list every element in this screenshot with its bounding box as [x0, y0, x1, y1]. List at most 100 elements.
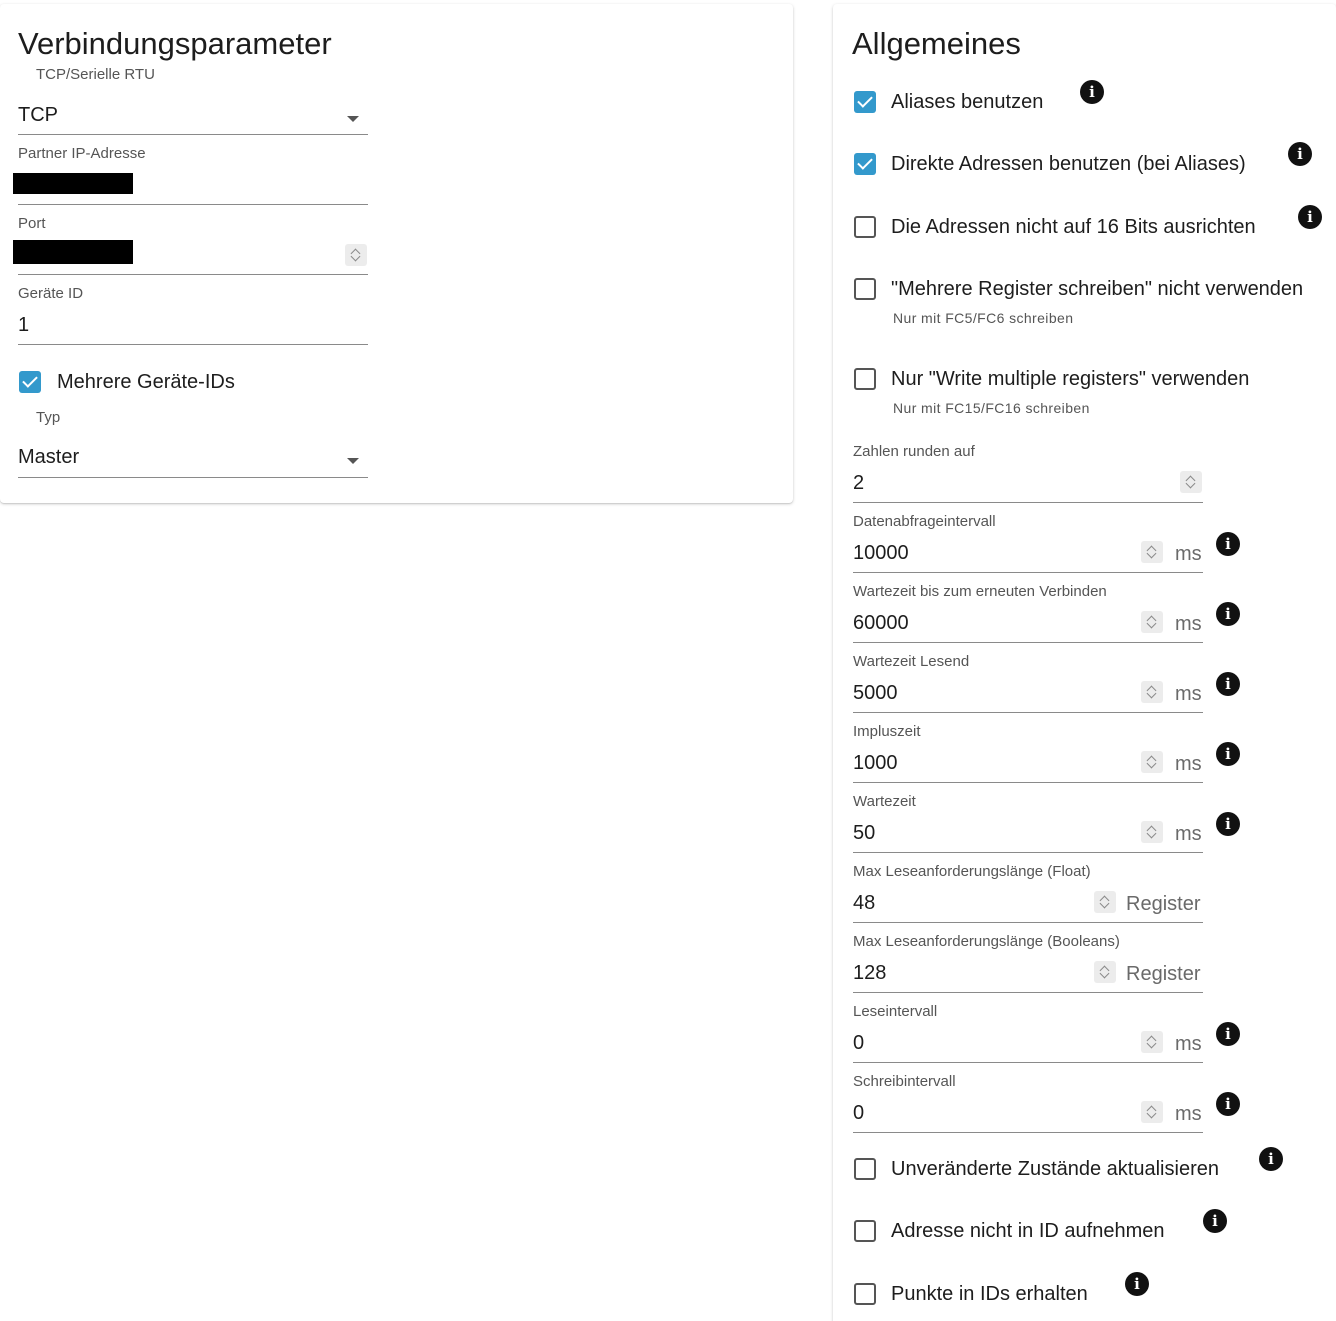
device-id-label: Geräte ID	[18, 285, 84, 302]
poll-interval-input[interactable]: 10000 ms	[853, 538, 1203, 572]
port-label: Port	[18, 215, 46, 232]
unit-label: ms	[1175, 683, 1202, 705]
divider	[853, 502, 1203, 503]
reconnect-delay-input[interactable]: 60000 ms	[853, 608, 1203, 642]
checkbox-label: "Mehrere Register schreiben" nicht verwe…	[891, 278, 1304, 300]
stepper-icon[interactable]	[1141, 1031, 1163, 1053]
unit-label: ms	[1175, 823, 1202, 845]
info-icon[interactable]: i	[1125, 1272, 1149, 1296]
multi-device-ids-checkbox[interactable]	[19, 371, 41, 393]
stepper-icon[interactable]	[1094, 891, 1116, 913]
divider	[853, 642, 1203, 643]
max-read-float-input[interactable]: 48 Register	[853, 888, 1203, 922]
field-value: 50	[853, 822, 876, 844]
divider	[853, 782, 1203, 783]
info-icon[interactable]: i	[1216, 602, 1240, 626]
type-select[interactable]: Master	[18, 442, 368, 478]
field-label: Max Leseanforderungslänge (Float)	[853, 863, 1091, 880]
stepper-icon[interactable]	[1141, 821, 1163, 843]
divider	[853, 1132, 1203, 1133]
read-timeout-input[interactable]: 5000 ms	[853, 678, 1203, 712]
partner-ip-input[interactable]	[13, 170, 368, 204]
chevron-down-icon	[347, 116, 359, 122]
connection-type-select[interactable]: TCP	[18, 100, 368, 136]
field-value: 48	[853, 892, 876, 914]
stepper-icon[interactable]	[1094, 961, 1116, 983]
field-value: 1000	[853, 752, 898, 774]
divider	[18, 204, 368, 205]
max-read-booleans-input[interactable]: 128 Register	[853, 958, 1203, 992]
field-label: Wartezeit	[853, 793, 916, 810]
unit-label: ms	[1175, 543, 1202, 565]
checkbox-hint: Nur mit FC5/FC6 schreiben	[893, 310, 1074, 326]
field-value: 60000	[853, 612, 909, 634]
direct-addresses-checkbox[interactable]	[854, 153, 876, 175]
connection-type-value: TCP	[18, 104, 58, 126]
info-icon[interactable]: i	[1216, 672, 1240, 696]
preserve-dots-checkbox[interactable]	[854, 1283, 876, 1305]
chevron-down-icon	[347, 458, 359, 464]
divider	[853, 1062, 1203, 1063]
stepper-icon[interactable]	[345, 244, 367, 266]
address-not-in-id-checkbox[interactable]	[854, 1220, 876, 1242]
info-icon[interactable]: i	[1259, 1147, 1283, 1171]
divider	[853, 572, 1203, 573]
read-interval-input[interactable]: 0 ms	[853, 1028, 1203, 1062]
field-label: Schreibintervall	[853, 1073, 956, 1090]
field-label: Max Leseanforderungslänge (Booleans)	[853, 933, 1120, 950]
card-title: Verbindungsparameter	[18, 26, 332, 61]
stepper-icon[interactable]	[1141, 611, 1163, 633]
stepper-icon[interactable]	[1180, 471, 1202, 493]
connection-parameters-card: Verbindungsparameter TCP/Serielle RTU TC…	[0, 4, 793, 503]
unit-label: Register	[1126, 963, 1201, 985]
info-icon[interactable]: i	[1298, 205, 1322, 229]
checkbox-label: Aliases benutzen	[891, 91, 1044, 113]
field-value: 0	[853, 1032, 865, 1054]
field-label: Leseintervall	[853, 1003, 938, 1020]
checkbox-label: Direkte Adressen benutzen (bei Aliases)	[891, 153, 1246, 175]
stepper-icon[interactable]	[1141, 541, 1163, 563]
aliases-checkbox[interactable]	[854, 91, 876, 113]
partner-ip-label: Partner IP-Adresse	[18, 145, 146, 162]
pulse-time-input[interactable]: 1000 ms	[853, 748, 1203, 782]
stepper-icon[interactable]	[1141, 751, 1163, 773]
field-value: 2	[853, 472, 865, 494]
divider	[853, 922, 1203, 923]
info-icon[interactable]: i	[1216, 812, 1240, 836]
no-16bit-align-checkbox[interactable]	[854, 216, 876, 238]
device-id-input[interactable]: 1	[18, 310, 368, 344]
type-value: Master	[18, 446, 80, 468]
info-icon[interactable]: i	[1080, 80, 1104, 104]
round-to-input[interactable]: 2	[853, 468, 1203, 502]
info-icon[interactable]: i	[1216, 1022, 1240, 1046]
unit-label: ms	[1175, 1103, 1202, 1125]
field-value: 0	[853, 1102, 865, 1124]
divider	[853, 992, 1203, 993]
multi-device-ids-label: Mehrere Geräte-IDs	[57, 371, 235, 393]
info-icon[interactable]: i	[1216, 742, 1240, 766]
checkbox-label: Adresse nicht in ID aufnehmen	[891, 1220, 1165, 1242]
info-icon[interactable]: i	[1203, 1209, 1227, 1233]
field-label: Wartezeit Lesend	[853, 653, 970, 670]
field-label: Impluszeit	[853, 723, 921, 740]
checkbox-label: Die Adressen nicht auf 16 Bits ausrichte…	[891, 216, 1256, 238]
field-label: Wartezeit bis zum erneuten Verbinden	[853, 583, 1107, 600]
info-icon[interactable]: i	[1216, 532, 1240, 556]
unit-label: ms	[1175, 753, 1202, 775]
divider	[853, 712, 1203, 713]
unit-label: ms	[1175, 613, 1202, 635]
only-write-multiple-checkbox[interactable]	[854, 368, 876, 390]
wait-time-input[interactable]: 50 ms	[853, 818, 1203, 852]
no-multi-register-write-checkbox[interactable]	[854, 278, 876, 300]
info-icon[interactable]: i	[1288, 142, 1312, 166]
port-input[interactable]	[13, 240, 368, 274]
device-id-value: 1	[18, 314, 30, 336]
divider	[18, 274, 368, 275]
stepper-icon[interactable]	[1141, 681, 1163, 703]
divider	[18, 134, 368, 135]
update-unchanged-checkbox[interactable]	[854, 1158, 876, 1180]
redacted-value	[13, 240, 133, 264]
info-icon[interactable]: i	[1216, 1092, 1240, 1116]
write-interval-input[interactable]: 0 ms	[853, 1098, 1203, 1132]
stepper-icon[interactable]	[1141, 1101, 1163, 1123]
